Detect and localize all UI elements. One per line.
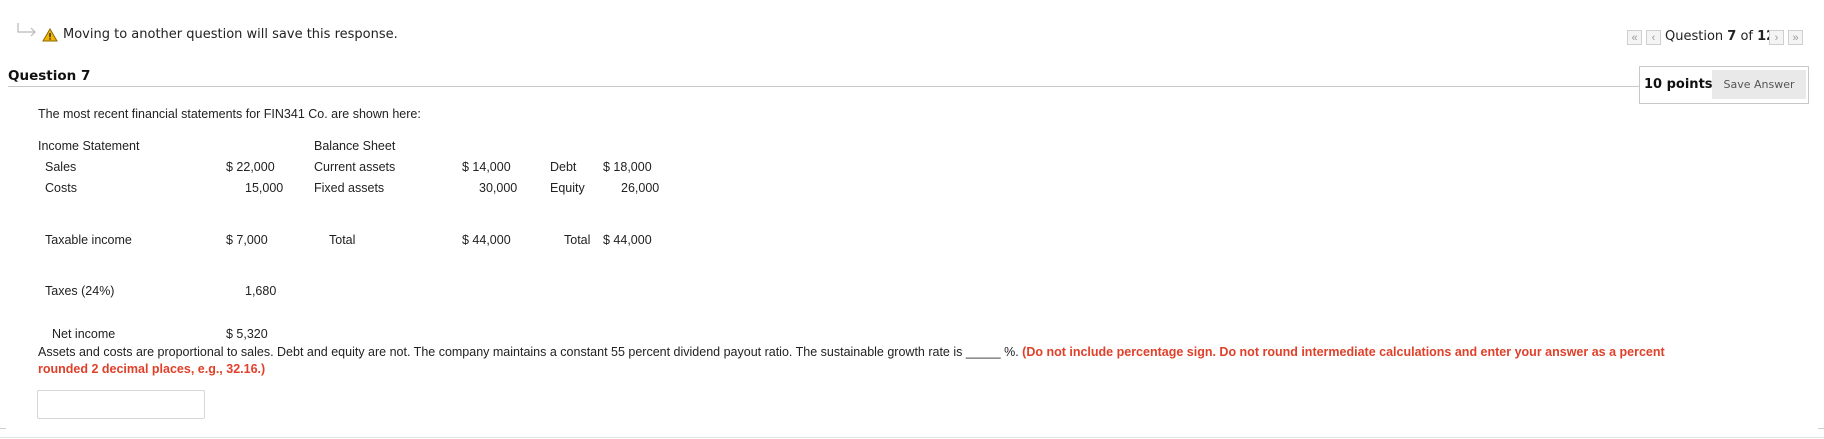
question-counter-of: of: [1736, 29, 1758, 44]
costs-label: Costs: [45, 181, 77, 195]
income-statement-heading: Income Statement: [38, 139, 140, 153]
equity-label: Equity: [550, 181, 585, 195]
bottom-right-tick: [1818, 428, 1824, 429]
previous-question-button[interactable]: ‹: [1646, 30, 1661, 45]
sales-label: Sales: [45, 160, 77, 174]
taxable-income-value: $ 7,000: [226, 233, 268, 247]
net-income-value: $ 5,320: [226, 327, 268, 341]
question-counter-prefix: Question: [1665, 29, 1728, 44]
answer-input[interactable]: [37, 390, 205, 419]
liabilities-total-label: Total: [564, 233, 591, 247]
question-counter: Question 7 of 12: [1665, 29, 1775, 44]
current-assets-value: $ 14,000: [462, 160, 511, 174]
assets-total-label: Total: [329, 233, 356, 247]
debt-value: $ 18,000: [603, 160, 652, 174]
current-question-number: 7: [1727, 29, 1737, 44]
answer-instruction-continued: rounded 2 decimal places, e.g., 32.16.): [38, 362, 266, 376]
equity-value: 26,000: [621, 181, 660, 195]
save-warning-text: Moving to another question will save thi…: [63, 27, 398, 42]
return-arrow-icon: [17, 23, 36, 37]
taxes-label: Taxes (24%): [45, 284, 115, 298]
question-intro: The most recent financial statements for…: [38, 107, 421, 121]
question-title: Question 7: [8, 68, 91, 84]
warning-icon: [42, 28, 58, 42]
bottom-divider: [0, 437, 1824, 438]
taxes-value: 1,680: [245, 284, 277, 298]
next-question-button[interactable]: ›: [1769, 30, 1784, 45]
balance-sheet-heading: Balance Sheet: [314, 139, 396, 153]
debt-label: Debt: [550, 160, 577, 174]
assets-total-value: $ 44,000: [462, 233, 511, 247]
first-question-button[interactable]: «: [1627, 30, 1642, 45]
question-body: Assets and costs are proportional to sal…: [38, 345, 1665, 359]
answer-instruction: (Do not include percentage sign. Do not …: [1022, 345, 1665, 359]
fixed-assets-label: Fixed assets: [314, 181, 385, 195]
points-label: 10 points: [1644, 77, 1713, 92]
liabilities-total-value: $ 44,000: [603, 233, 652, 247]
last-question-button[interactable]: »: [1788, 30, 1803, 45]
current-assets-label: Current assets: [314, 160, 396, 174]
fixed-assets-value: 30,000: [479, 181, 518, 195]
taxable-income-label: Taxable income: [45, 233, 132, 247]
header-divider: [8, 86, 1640, 87]
save-answer-button[interactable]: Save Answer: [1712, 70, 1806, 99]
net-income-label: Net income: [52, 327, 116, 341]
costs-value: 15,000: [245, 181, 284, 195]
sales-value: $ 22,000: [226, 160, 275, 174]
question-body-text: Assets and costs are proportional to sal…: [38, 345, 1019, 359]
bottom-left-tick: [0, 428, 6, 429]
